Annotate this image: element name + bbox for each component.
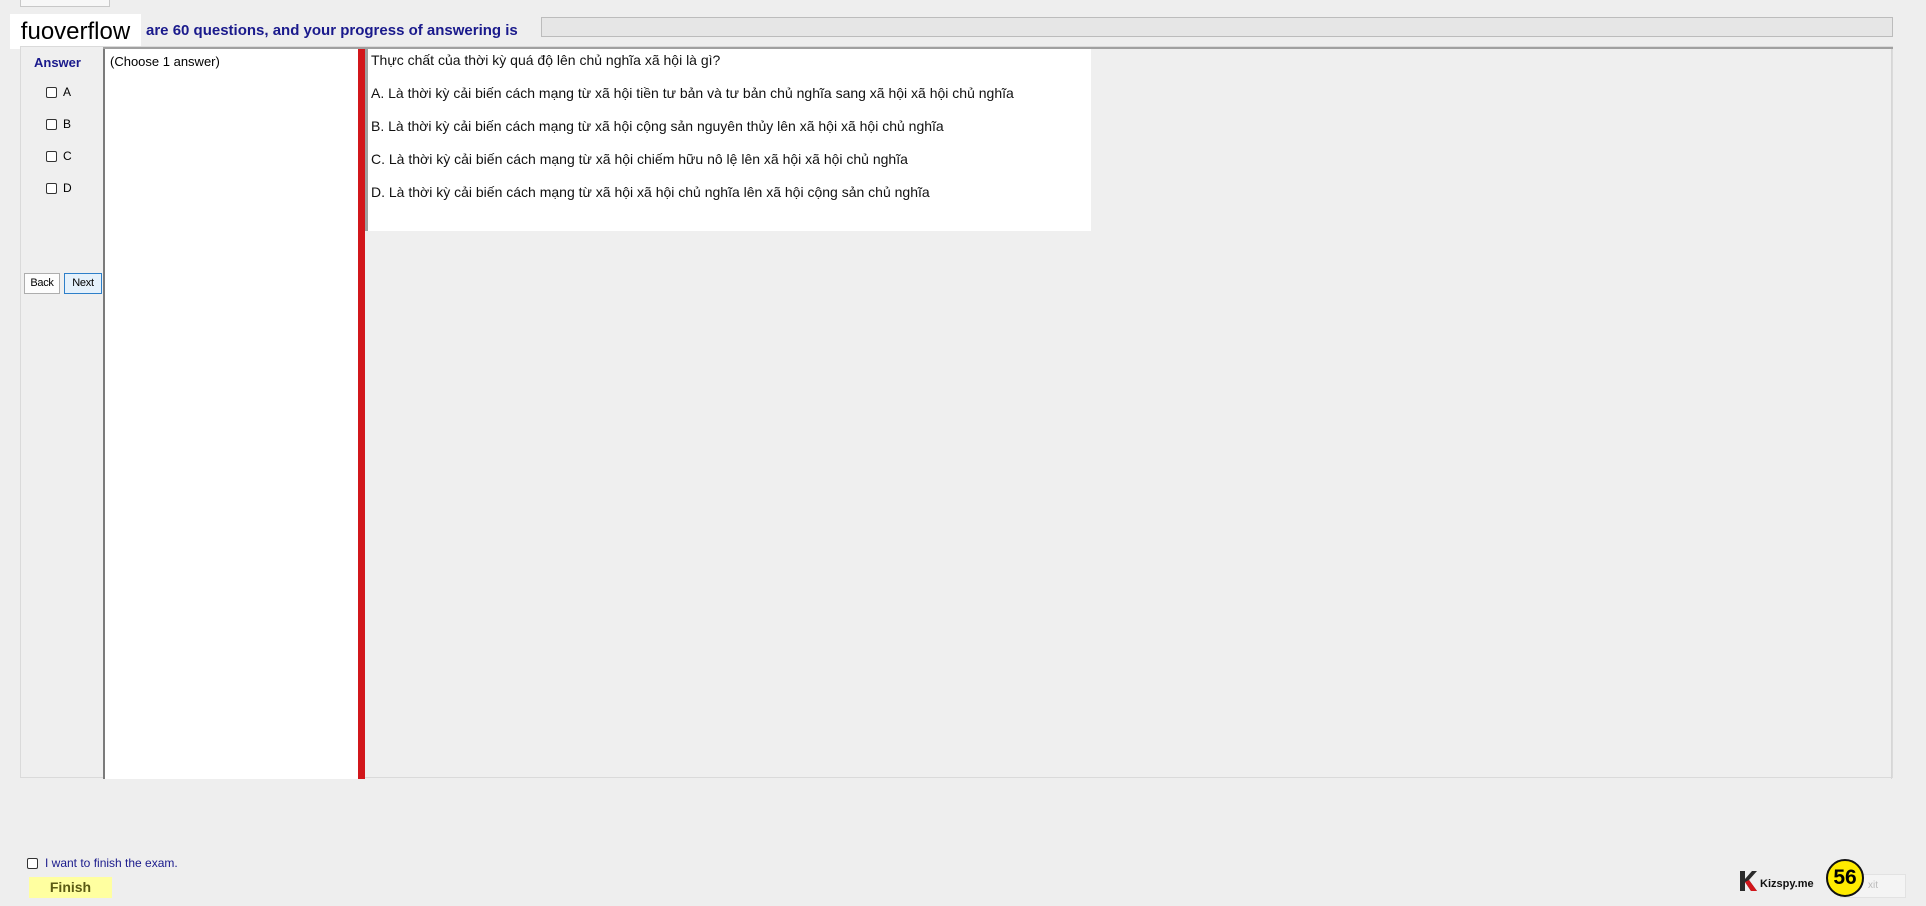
checkbox-a[interactable] <box>46 86 57 98</box>
answer-option-c[interactable]: C <box>46 148 72 164</box>
splitter-red[interactable] <box>358 49 365 779</box>
question-panel <box>368 49 1091 231</box>
back-button[interactable]: Back <box>24 273 60 294</box>
option-label-b: B <box>63 117 72 131</box>
answer-option-b[interactable]: B <box>46 116 71 132</box>
instruction-panel <box>103 49 358 779</box>
answer-option-a[interactable]: A <box>46 84 71 100</box>
top-tab[interactable] <box>20 0 110 7</box>
finish-button[interactable]: Finish <box>29 877 112 898</box>
finish-checkbox-label: I want to finish the exam. <box>45 856 178 870</box>
watermark-brand: Kizspy.me <box>1738 870 1814 892</box>
choice-b-text: B. Là thời kỳ cải biến cách mạng từ xã h… <box>371 118 944 134</box>
timer-badge: 56 <box>1826 859 1864 897</box>
brand-k-icon <box>1740 871 1757 891</box>
option-label-d: D <box>63 181 72 195</box>
finish-checkbox[interactable] <box>27 857 38 869</box>
checkbox-d[interactable] <box>46 182 57 194</box>
next-button[interactable]: Next <box>64 273 102 294</box>
checkbox-b[interactable] <box>46 118 57 130</box>
checkbox-c[interactable] <box>46 150 57 162</box>
choice-d-text: D. Là thời kỳ cải biến cách mạng từ xã h… <box>371 184 930 200</box>
logo: fuoverflow <box>10 14 141 49</box>
option-label-c: C <box>63 149 72 163</box>
answer-option-d[interactable]: D <box>46 180 72 196</box>
option-label-a: A <box>63 85 72 99</box>
brand-name: Kizspy.me <box>1760 878 1814 890</box>
choice-c-text: C. Là thời kỳ cải biến cách mạng từ xã h… <box>371 151 908 167</box>
choice-a-text: A. Là thời kỳ cải biến cách mạng từ xã h… <box>371 85 1014 101</box>
progress-label: are 60 questions, and your progress of a… <box>146 22 518 39</box>
progress-bar <box>541 17 1893 37</box>
question-text: Thực chất của thời kỳ quá độ lên chủ ngh… <box>371 52 721 68</box>
instruction-text: (Choose 1 answer) <box>110 54 220 69</box>
finish-confirm[interactable]: I want to finish the exam. <box>27 856 178 870</box>
answer-title: Answer <box>34 55 81 70</box>
panel-right-edge <box>1891 49 1892 779</box>
